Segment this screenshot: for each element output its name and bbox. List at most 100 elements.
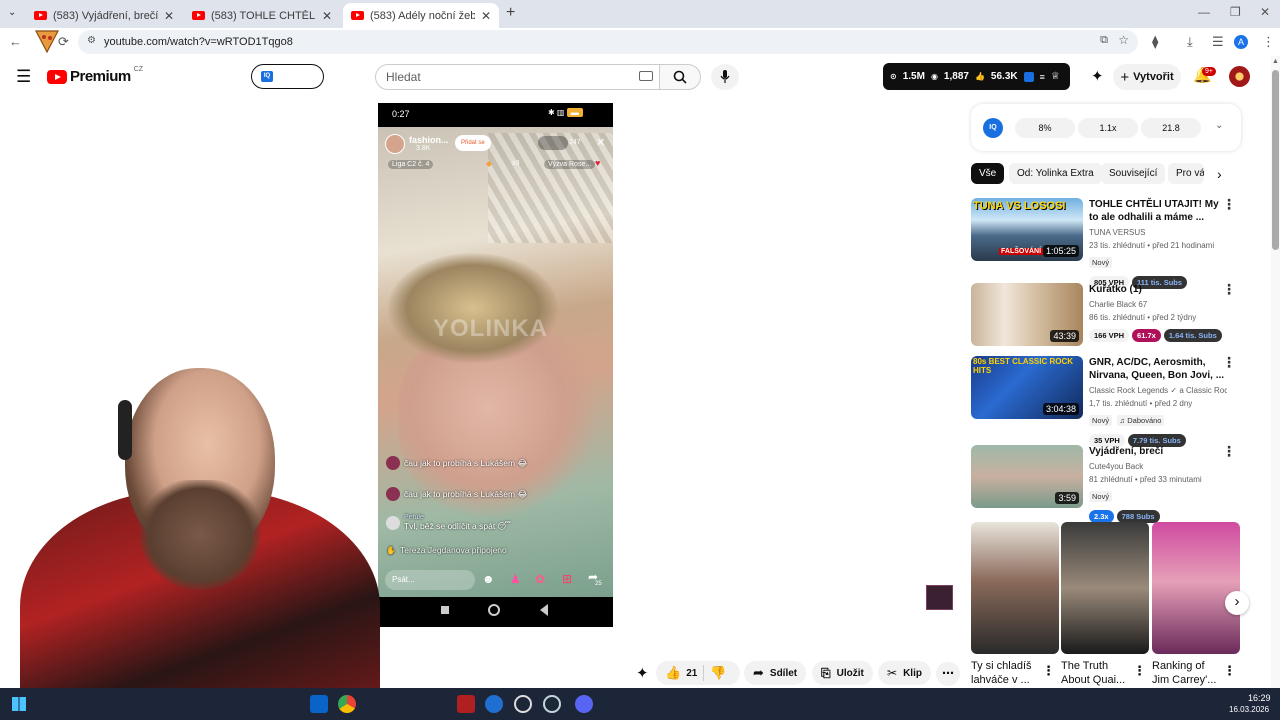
extension-toggle[interactable]: IQ: [251, 64, 324, 89]
bookmark-star-icon[interactable]: ☆: [1118, 33, 1129, 47]
extension-puzzle-icon[interactable]: ✦: [1091, 67, 1104, 85]
iq-logo-icon[interactable]: IQ: [983, 118, 1003, 138]
save-button[interactable]: ⎘ Uložit: [812, 661, 873, 685]
video-thumbnail[interactable]: 3:59: [971, 445, 1083, 508]
close-window-icon[interactable]: ✕: [1260, 5, 1270, 19]
reading-list-icon[interactable]: ☰: [1212, 34, 1224, 50]
steam-app-icon[interactable]: [543, 695, 561, 713]
tab-search-icon[interactable]: ⌄: [8, 7, 16, 18]
channel-name[interactable]: Charlie Black 67: [1089, 298, 1227, 311]
streamer-avatar[interactable]: [385, 134, 405, 154]
gift-box-icon[interactable]: ⊞: [562, 572, 572, 586]
more-actions-icon[interactable]: ⋯: [936, 662, 960, 686]
short-thumbnail[interactable]: [971, 522, 1059, 654]
video-title[interactable]: GNR, AC/DC, Aerosmith, Nirvana, Queen, B…: [1089, 356, 1227, 382]
chip-from-channel[interactable]: Od: Yolinka Extra: [1009, 163, 1102, 184]
back-icon[interactable]: ←: [9, 34, 22, 50]
ext-value[interactable]: 21.8: [1141, 118, 1201, 138]
trophy-icon[interactable]: ♕: [1051, 71, 1060, 82]
chip-next-icon[interactable]: ›: [1217, 166, 1222, 182]
video-menu-icon[interactable]: ⋮: [1222, 444, 1236, 458]
join-button[interactable]: Přidat se: [455, 135, 491, 151]
short-title[interactable]: The Truth About Quai...: [1061, 659, 1131, 687]
short-thumbnail[interactable]: [1061, 522, 1149, 654]
close-tab-icon[interactable]: ✕: [481, 9, 491, 23]
chrome-app-icon[interactable]: [338, 695, 356, 713]
downloads-icon[interactable]: ⤓: [1187, 34, 1193, 50]
like-button[interactable]: 👍 21: [665, 665, 697, 681]
hamburger-menu-icon[interactable]: ☰: [16, 67, 31, 87]
video-menu-icon[interactable]: ⋮: [1222, 355, 1236, 369]
video-menu-icon[interactable]: ⋮: [1222, 197, 1236, 211]
tab-1[interactable]: (583) Vyjádření, brečí - YouTube ✕: [26, 3, 182, 28]
rose-icon[interactable]: ✿: [535, 572, 545, 586]
video-title[interactable]: Kuřátko (1): [1089, 283, 1227, 296]
page-scrollbar[interactable]: ▲: [1271, 56, 1280, 688]
discord-app-icon[interactable]: [575, 695, 593, 713]
maximize-icon[interactable]: ❐: [1230, 5, 1241, 19]
related-video[interactable]: TUNA VS LOSOSI FALŠOVÁNÍ 1:05:25 TOHLE C…: [971, 197, 1241, 289]
search-input[interactable]: Hledat: [375, 64, 659, 90]
short-menu-icon[interactable]: ⋮: [1042, 663, 1055, 679]
filter-icon[interactable]: ≡: [1040, 72, 1045, 82]
tab-3-active[interactable]: (583) Adély noční žebroduely p ✕: [343, 3, 499, 28]
reload-icon[interactable]: ⟳: [58, 34, 69, 50]
app-icon-red[interactable]: [457, 695, 475, 713]
outlook-app-icon[interactable]: [310, 695, 328, 713]
short-thumbnail[interactable]: [1152, 522, 1240, 654]
short-title[interactable]: Ty si chladíš lahváče v ...: [971, 659, 1041, 687]
related-video[interactable]: 43:39 Kuřátko (1) Charlie Black 67 86 ti…: [971, 282, 1241, 347]
close-live-icon[interactable]: ✕: [596, 136, 605, 149]
related-video[interactable]: 80s BEST CLASSIC ROCK HITS 3:04:38 GNR, …: [971, 355, 1241, 447]
app-icon-clock[interactable]: [514, 695, 532, 713]
short-menu-icon[interactable]: ⋮: [1133, 663, 1146, 679]
shorts-next-button[interactable]: ›: [1225, 591, 1249, 615]
extension-action-icon[interactable]: ✦: [636, 664, 649, 682]
search-button[interactable]: [659, 64, 701, 90]
site-info-icon[interactable]: ⚙: [87, 35, 96, 46]
channel-name[interactable]: Classic Rock Legends: [1089, 386, 1168, 395]
channel-name[interactable]: Cute4you Back: [1089, 460, 1227, 473]
ext-percent[interactable]: 8%: [1015, 118, 1075, 138]
youtube-logo[interactable]: Premium CZ: [47, 66, 143, 85]
scrollbar-up-icon[interactable]: ▲: [1272, 58, 1279, 65]
short-title[interactable]: Ranking of Jim Carrey'...: [1152, 659, 1222, 687]
menu-kebab-icon[interactable]: ⋮: [1262, 34, 1275, 50]
close-tab-icon[interactable]: ✕: [164, 9, 174, 23]
tab-2[interactable]: (583) TOHLE CHTĚLI UTAJIT! My to ale odh…: [184, 3, 340, 28]
close-tab-icon[interactable]: ✕: [322, 9, 332, 23]
nav-back-icon[interactable]: [540, 604, 548, 616]
ext-speed[interactable]: 1.1x: [1078, 118, 1138, 138]
share-button[interactable]: ➦ Sdílet: [744, 661, 807, 685]
video-title[interactable]: Vyjádření, brečí: [1089, 445, 1227, 458]
chip-all[interactable]: Vše: [971, 163, 1005, 184]
install-icon[interactable]: ⧉: [1100, 34, 1108, 47]
chip-related[interactable]: Související: [1101, 163, 1166, 184]
account-avatar[interactable]: [1229, 66, 1250, 87]
short-menu-icon[interactable]: ⋮: [1223, 663, 1236, 679]
nav-home-icon[interactable]: [488, 604, 500, 616]
video-title[interactable]: TOHLE CHTĚLI UTAJIT! My to ale odhalili …: [1089, 198, 1227, 224]
video-thumbnail[interactable]: 80s BEST CLASSIC ROCK HITS 3:04:38: [971, 356, 1083, 419]
video-menu-icon[interactable]: ⋮: [1222, 282, 1236, 296]
create-button[interactable]: + Vytvořit: [1113, 64, 1181, 90]
chevron-down-icon[interactable]: ⌄: [1215, 120, 1223, 131]
emoji-icon[interactable]: ☻: [482, 572, 495, 586]
related-video[interactable]: 3:59 Vyjádření, brečí Cute4you Back 81 z…: [971, 444, 1241, 523]
windows-start-icon[interactable]: [12, 697, 26, 711]
channel-name[interactable]: TUNA VERSUS: [1089, 226, 1227, 239]
clip-button[interactable]: ✂ Klip: [878, 661, 931, 685]
voice-search-button[interactable]: [711, 64, 739, 90]
scrollbar-thumb[interactable]: [1272, 70, 1279, 250]
chip-for-you[interactable]: Pro vás: [1168, 163, 1204, 184]
extensions-icon[interactable]: ⧫: [1152, 34, 1158, 50]
keyboard-icon[interactable]: [639, 71, 653, 81]
minimize-icon[interactable]: —: [1198, 5, 1210, 19]
people-icon[interactable]: ♟: [510, 572, 521, 586]
address-bar[interactable]: ⚙ youtube.com/watch?v=wRTOD1Tqgo8 ⧉ ☆: [78, 30, 1138, 54]
profile-avatar[interactable]: A: [1234, 35, 1248, 49]
video-thumbnail[interactable]: TUNA VS LOSOSI FALŠOVÁNÍ 1:05:25: [971, 198, 1083, 261]
video-thumbnail[interactable]: 43:39: [971, 283, 1083, 346]
dislike-button[interactable]: 👎: [710, 665, 726, 681]
streamer-name[interactable]: fashion...: [409, 135, 449, 145]
